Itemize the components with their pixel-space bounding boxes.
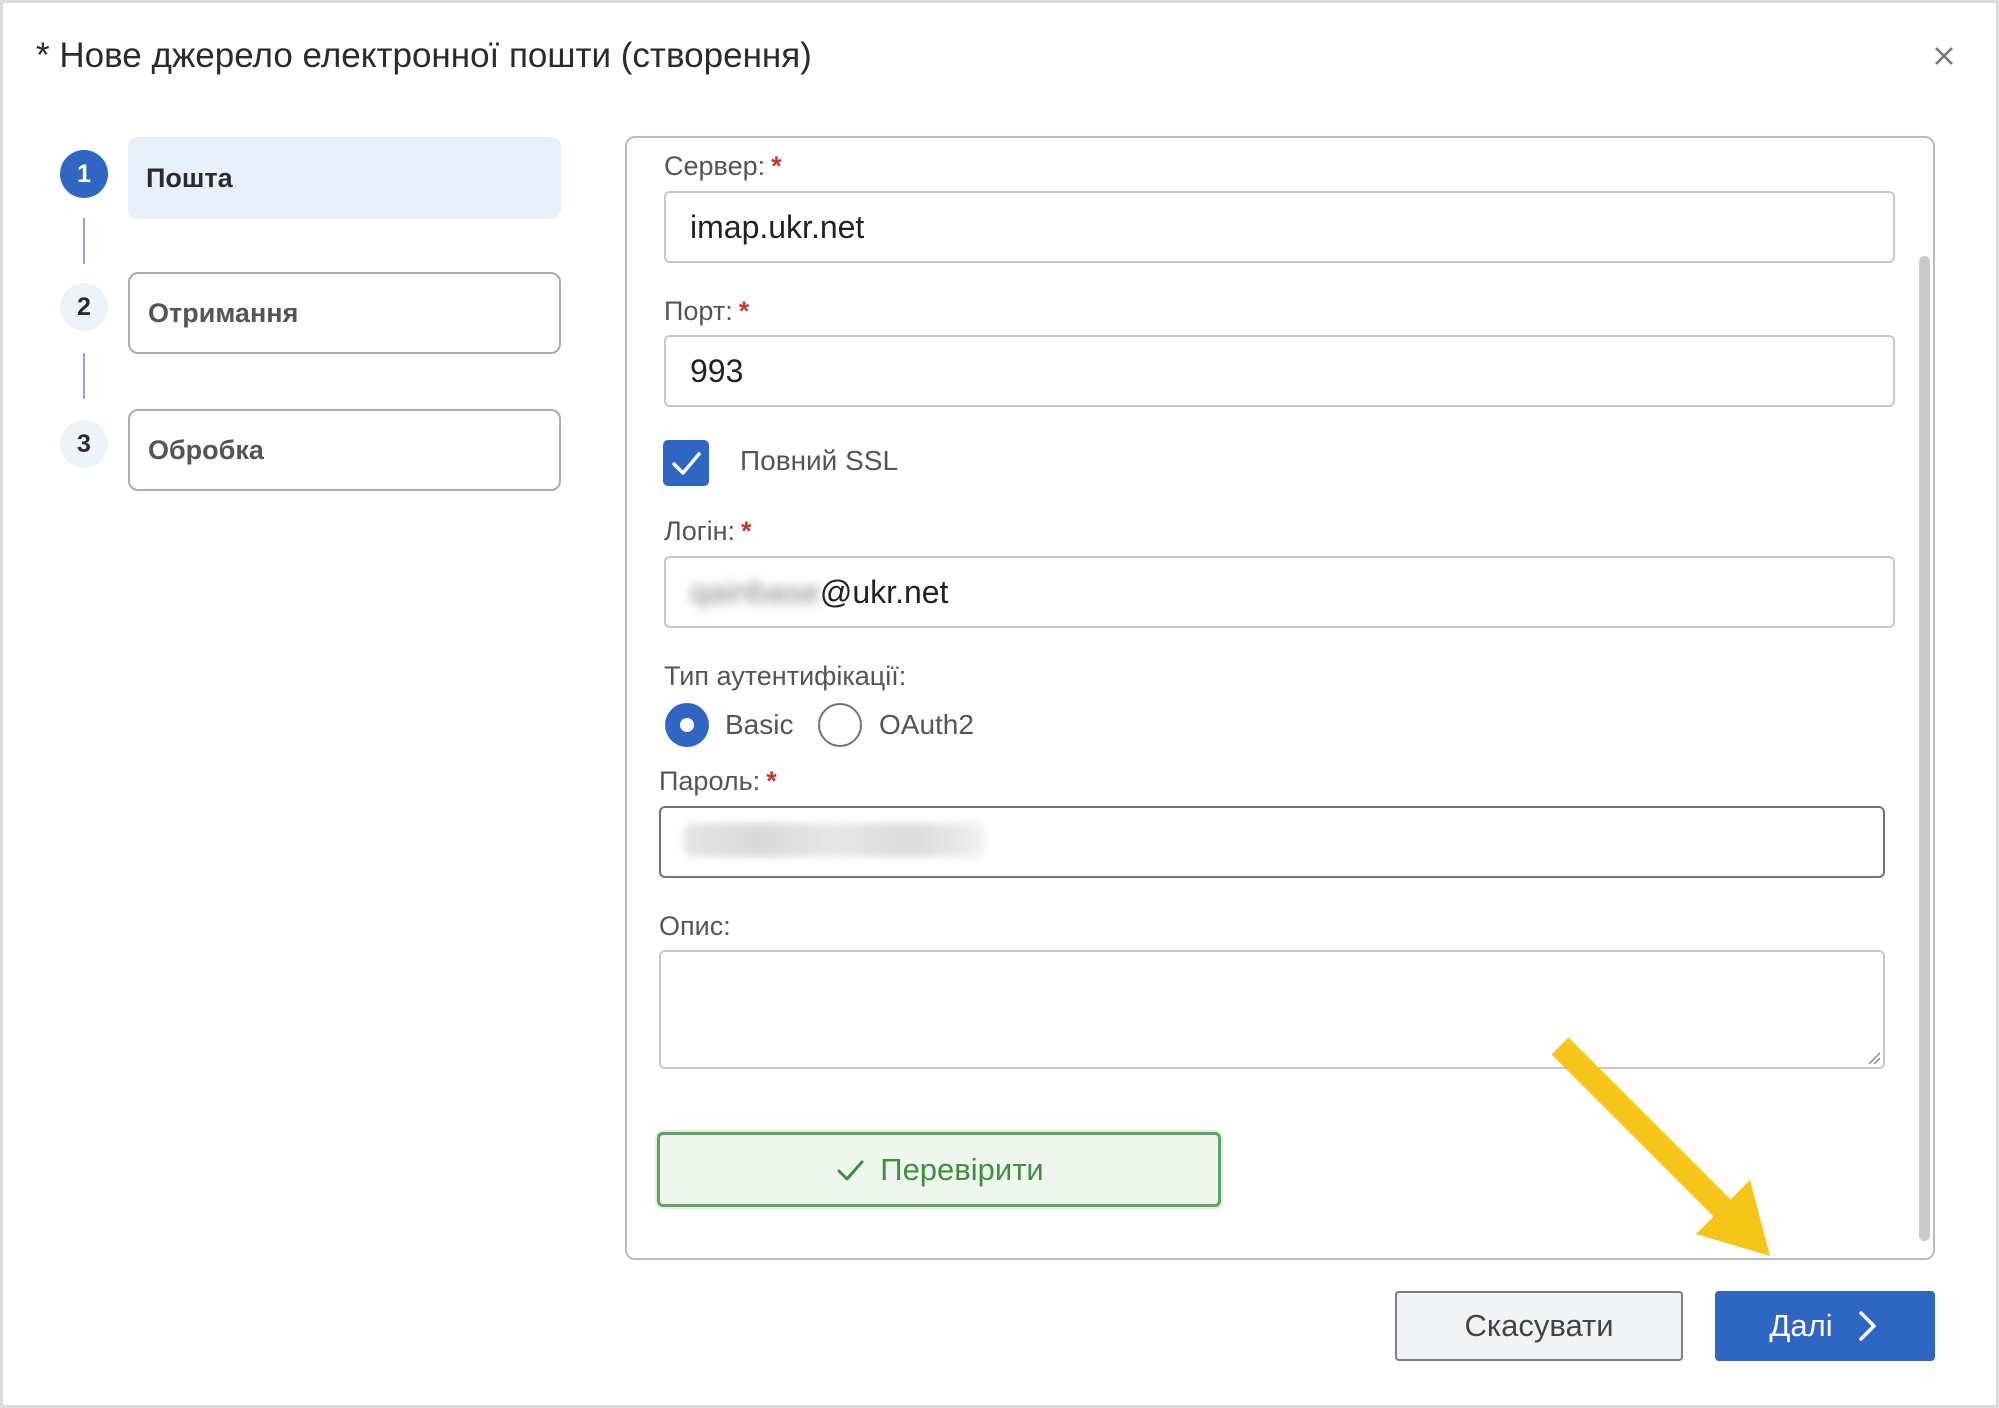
step-connector (83, 218, 85, 264)
step-mail[interactable]: Пошта (128, 137, 561, 219)
verify-button[interactable]: Перевірити (657, 1132, 1221, 1207)
step-connector (83, 353, 85, 399)
annotation-arrow-icon (1551, 1037, 1770, 1256)
next-button[interactable]: Далі (1715, 1291, 1935, 1361)
step-1-number: 1 (60, 150, 108, 198)
server-input[interactable]: imap.ukr.net (664, 191, 1895, 263)
auth-oauth2-radio[interactable] (818, 703, 862, 747)
login-blurred-part: qainbase (690, 573, 820, 610)
port-input[interactable]: 993 (664, 335, 1895, 407)
server-label: Сервер: * (664, 151, 782, 181)
step-processing[interactable]: Обробка (128, 409, 561, 491)
password-label: Пароль: * (659, 766, 777, 796)
chevron-right-icon (1858, 1311, 1876, 1341)
login-domain: @ukr.net (819, 573, 949, 610)
next-button-label: Далі (1769, 1308, 1833, 1343)
auth-basic-radio[interactable] (665, 703, 709, 747)
resize-handle-icon[interactable] (1867, 1051, 1881, 1065)
description-label: Опис: (659, 911, 731, 941)
dialog-title: * Нове джерело електронної пошти (створе… (36, 36, 812, 75)
step-receiving[interactable]: Отримання (128, 272, 561, 354)
ssl-checkbox[interactable] (663, 440, 709, 486)
cancel-button[interactable]: Скасувати (1395, 1291, 1683, 1361)
login-label: Логін: * (664, 516, 752, 546)
step-2-number: 2 (60, 283, 108, 331)
port-label: Порт: * (664, 296, 750, 326)
close-icon[interactable] (1924, 36, 1964, 76)
password-blurred-value (684, 823, 984, 857)
auth-oauth2-label: OAuth2 (879, 709, 974, 740)
verify-button-label: Перевірити (880, 1151, 1044, 1187)
scrollbar[interactable] (1919, 256, 1930, 1241)
check-icon (837, 1160, 864, 1180)
login-input[interactable]: qainbase @ukr.net (664, 556, 1895, 628)
auth-type-label: Тип аутентифікації: (664, 661, 907, 691)
ssl-label: Повний SSL (740, 445, 899, 476)
auth-basic-label: Basic (725, 709, 794, 740)
step-3-number: 3 (60, 420, 108, 468)
